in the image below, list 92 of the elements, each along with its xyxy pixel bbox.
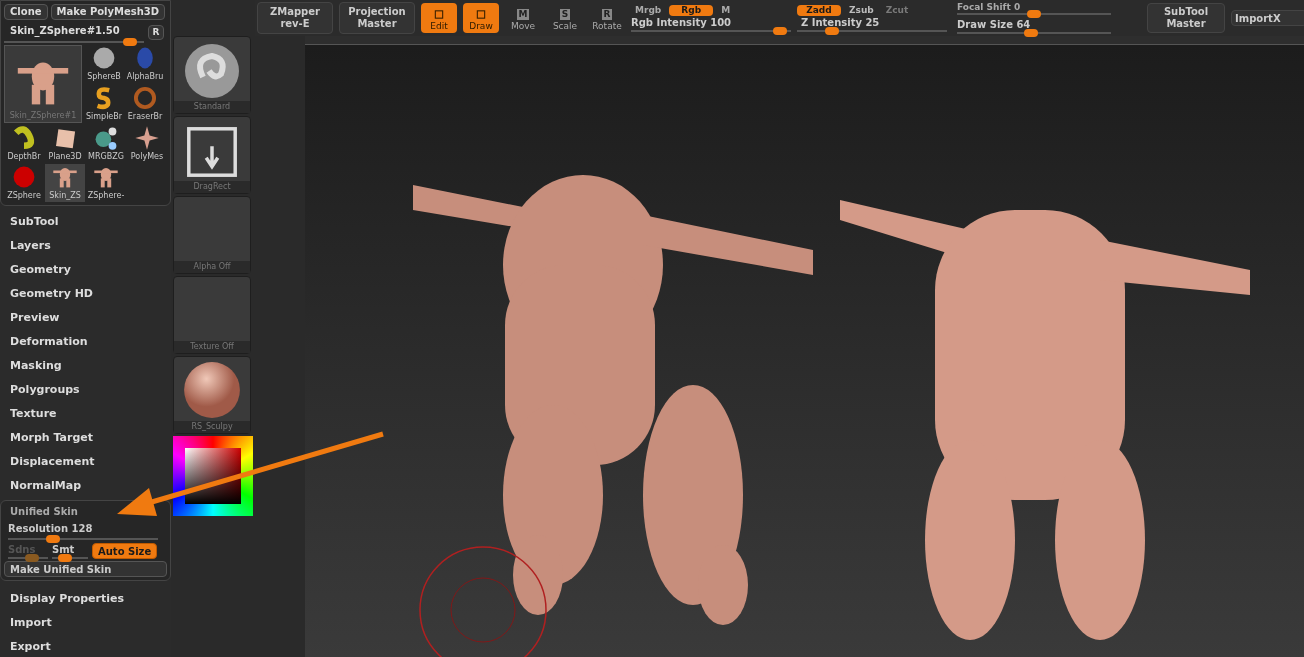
tool-icon xyxy=(11,164,37,190)
tool-label: SimpleBr xyxy=(85,110,123,123)
subtool-master-button[interactable]: SubTool Master xyxy=(1147,3,1225,33)
tool-label: EraserBr xyxy=(127,110,163,123)
tool-icon xyxy=(132,84,158,111)
transform-button[interactable]: Edit xyxy=(421,3,457,33)
menu-item[interactable]: Polygroups xyxy=(0,378,171,402)
menu-item[interactable]: SubTool xyxy=(0,210,171,234)
slider-label: Resolution 128 xyxy=(8,522,94,536)
tool-label: DepthBr xyxy=(7,151,41,163)
slider-thumb[interactable] xyxy=(123,38,137,46)
slider-thumb[interactable] xyxy=(772,26,787,35)
tool-thumbnail[interactable]: SimpleBr xyxy=(84,84,124,123)
tool-icon xyxy=(11,125,37,151)
slider-thumb[interactable] xyxy=(46,535,60,543)
transform-button[interactable]: R Rotate xyxy=(589,3,625,33)
transform-button[interactable]: Draw xyxy=(463,3,499,33)
menu-item[interactable]: Geometry HD xyxy=(0,282,171,306)
slot-label: Standard xyxy=(174,101,250,113)
slot-label: RS_Sculpy xyxy=(174,421,250,433)
mode-toggle[interactable]: Zadd xyxy=(797,4,841,16)
slider-label: Z Intensity 25 xyxy=(800,16,881,29)
menu-item[interactable]: Preview xyxy=(0,306,171,330)
slider-label: Smt xyxy=(52,543,76,557)
menu-item[interactable]: Layers xyxy=(0,234,171,258)
panel-title[interactable]: Unified Skin xyxy=(4,504,167,519)
mode-toggle[interactable]: Zsub xyxy=(845,4,878,16)
tool-thumbnail[interactable]: Plane3D xyxy=(45,125,85,163)
slot-label: Texture Off xyxy=(174,341,250,353)
tool-label: SphereB xyxy=(87,71,121,83)
tool-icon xyxy=(91,45,117,71)
slider-thumb[interactable] xyxy=(1023,28,1038,37)
tool-label: Plane3D xyxy=(48,151,82,163)
tool-thumbnail[interactable]: ZSphere xyxy=(4,164,44,202)
menu-item[interactable]: Export xyxy=(0,635,171,657)
brush-icon xyxy=(182,41,242,101)
tool-thumbnail[interactable]: DepthBr xyxy=(4,125,44,163)
tool-thumbnail[interactable]: AlphaBru xyxy=(125,45,165,83)
tool-name: Skin_ZSphere#1.50 xyxy=(9,24,121,38)
mode-toggle[interactable]: M xyxy=(717,4,735,16)
key-badge: S xyxy=(559,8,571,20)
tool-label: AlphaBru xyxy=(126,71,164,83)
menu-item[interactable]: Texture xyxy=(0,402,171,426)
transform-button[interactable]: M Move xyxy=(505,3,541,33)
make-unified-skin-button[interactable]: Make Unified Skin xyxy=(4,561,167,577)
slot-label: Alpha Off xyxy=(174,261,250,273)
menu-item[interactable]: Geometry xyxy=(0,258,171,282)
mode-toggle[interactable]: Mrgb xyxy=(631,4,666,16)
reset-button[interactable]: R xyxy=(148,25,164,40)
menu-item[interactable]: Masking xyxy=(0,354,171,378)
tool-label: ZSphere- xyxy=(87,190,125,202)
menu-item[interactable]: Display Properties xyxy=(0,587,171,611)
transform-button[interactable]: S Scale xyxy=(547,3,583,33)
plugin-button[interactable]: ZMapper rev-E xyxy=(257,2,333,34)
menu-item[interactable]: NormalMap xyxy=(0,474,171,498)
key-badge: R xyxy=(601,8,613,20)
tool-thumbnail[interactable]: PolyMes xyxy=(127,125,167,163)
slider-label: Rgb Intensity 100 xyxy=(631,16,733,29)
tool-thumbnail[interactable]: SphereB xyxy=(84,45,124,83)
color-picker[interactable] xyxy=(173,436,253,516)
tool-button[interactable]: Make PolyMesh3D xyxy=(50,4,166,20)
slider-label: Focal Shift 0 xyxy=(957,2,1022,12)
mode-icon xyxy=(475,8,487,20)
tool-thumbnail[interactable]: Skin_ZS xyxy=(45,164,85,202)
tool-label: PolyMes xyxy=(130,151,164,163)
slider-thumb[interactable] xyxy=(57,554,72,562)
tool-thumbnail[interactable]: EraserBr xyxy=(125,84,165,123)
material-sphere-icon xyxy=(181,359,243,421)
slider-thumb[interactable] xyxy=(1027,9,1041,18)
slider-thumb[interactable] xyxy=(824,26,839,35)
menu-item[interactable]: Morph Target xyxy=(0,426,171,450)
tool-label: Skin_ZSphere#1 xyxy=(9,110,77,122)
key-badge: M xyxy=(516,8,530,20)
auto-size-toggle[interactable]: Auto Size xyxy=(92,542,158,559)
tool-thumbnail[interactable]: ZSphere- xyxy=(86,164,126,202)
tool-button[interactable]: Clone xyxy=(4,4,48,20)
tool-label: MRGBZG xyxy=(88,151,124,163)
menu-item[interactable]: Displacement xyxy=(0,450,171,474)
tool-thumbnail[interactable]: MRGBZG xyxy=(86,125,126,163)
tool-icon xyxy=(93,125,119,151)
plugin-button[interactable]: Projection Master xyxy=(339,2,415,34)
menu-item[interactable]: Deformation xyxy=(0,330,171,354)
menu-item[interactable]: Import xyxy=(0,611,171,635)
tool-label: ZSphere xyxy=(7,190,41,202)
slot-label: DragRect xyxy=(174,181,250,193)
mode-toggle[interactable]: Rgb xyxy=(669,4,714,16)
mode-icon xyxy=(433,8,445,20)
tool-label: Skin_ZS xyxy=(49,190,81,202)
brush-cursor-icon xyxy=(418,545,548,657)
importx-button[interactable]: ImportX xyxy=(1231,10,1304,26)
slider-label: Draw Size 64 xyxy=(957,18,1032,31)
tool-icon xyxy=(134,125,160,151)
